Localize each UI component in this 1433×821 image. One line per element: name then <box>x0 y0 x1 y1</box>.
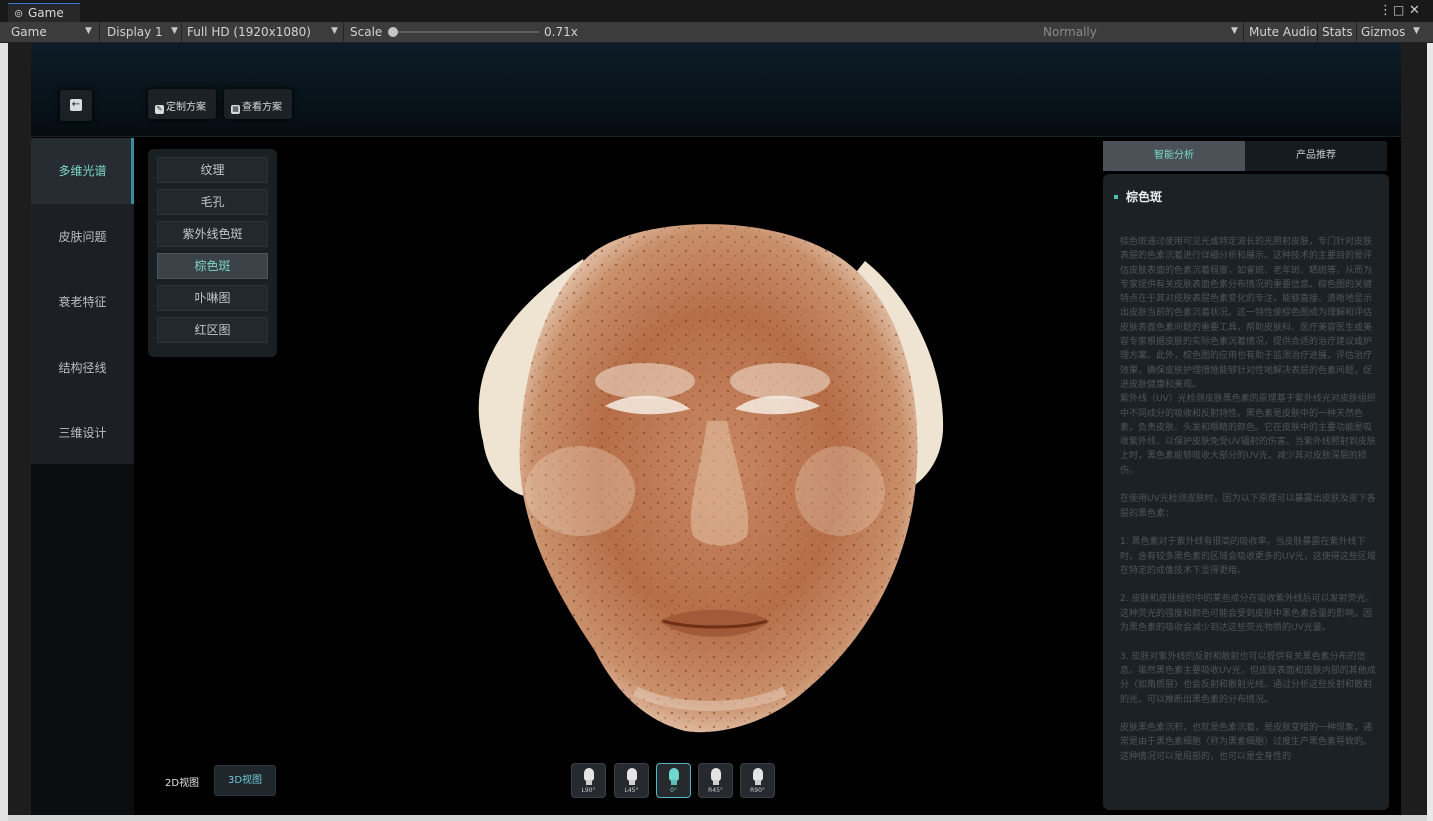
nav-item-skin-issues[interactable]: 皮肤问题 <box>31 204 134 270</box>
right-editor-strip <box>1427 43 1433 821</box>
chevron-down-icon: ▼ <box>1413 26 1420 36</box>
angle-label: L45° <box>624 787 639 794</box>
game-tab[interactable]: ⊚ Game <box>8 3 80 22</box>
scale-label: Scale <box>350 25 383 39</box>
angle-l90-button[interactable]: L90° <box>571 763 606 798</box>
title-bullet-icon <box>1114 195 1118 199</box>
maximize-icon[interactable]: □ <box>1393 3 1404 17</box>
resolution-dropdown[interactable]: Full HD (1920x1080) ▼ <box>187 25 341 39</box>
angle-label: R45° <box>708 787 723 794</box>
tab-product-recommend[interactable]: 产品推荐 <box>1245 141 1387 171</box>
mode-porphyrin[interactable]: 卟啉图 <box>157 285 268 311</box>
view-3d-toggle[interactable]: 3D视图 <box>214 765 276 796</box>
nav-item-3d-design[interactable]: 三维设计 <box>31 400 134 466</box>
edit-icon: ✎ <box>155 105 164 114</box>
left-editor-strip <box>0 43 8 821</box>
mode-brown-spots[interactable]: 棕色斑 <box>157 253 268 279</box>
play-focus-value: Normally <box>1043 25 1097 39</box>
close-icon[interactable]: ✕ <box>1409 3 1420 18</box>
game-tab-label: Game <box>28 6 64 20</box>
more-options-icon[interactable]: ⋮ <box>1379 3 1392 18</box>
mode-texture[interactable]: 纹理 <box>157 157 268 183</box>
chevron-down-icon: ▼ <box>1231 26 1238 36</box>
game-viewport: ← ✎ 定制方案 ▦ 查看方案 多维光谱 皮肤问题 衰老特征 结构径线 三维设计 纹… <box>31 43 1401 815</box>
side-navigation: 多维光谱 皮肤问题 衰老特征 结构径线 三维设计 <box>31 138 134 815</box>
angle-l45-button[interactable]: L45° <box>614 763 649 798</box>
angle-r90-button[interactable]: R90° <box>740 763 775 798</box>
scale-slider-handle[interactable] <box>388 27 398 37</box>
angle-selector: L90° L45° 0° R45° R90° <box>571 763 781 799</box>
back-arrow-icon: ← <box>70 99 82 111</box>
angle-label: R90° <box>750 787 765 794</box>
angle-label: L90° <box>581 787 596 794</box>
face-3d-model[interactable] <box>445 191 945 736</box>
gizmos-dropdown[interactable]: Gizmos ▼ <box>1361 25 1429 39</box>
stats-button[interactable]: Stats <box>1322 25 1353 39</box>
view-mode-dropdown[interactable]: Game ▼ <box>11 25 95 39</box>
chevron-down-icon: ▼ <box>331 26 338 36</box>
editor-tab-bar: ⊚ Game ⋮ □ ✕ <box>0 0 1433 22</box>
chevron-down-icon: ▼ <box>171 26 178 36</box>
view-mode-value: Game <box>11 25 47 39</box>
analysis-body: 棕色斑通过使用可见光或特定波长的光照射皮肤，专门针对皮肤表层的色素沉着进行详细分… <box>1120 237 1376 762</box>
mode-uv-spots[interactable]: 紫外线色斑 <box>157 221 268 247</box>
scale-slider-track[interactable] <box>393 31 539 33</box>
game-view-toolbar: Game ▼ Display 1 ▼ Full HD (1920x1080) ▼… <box>0 22 1433 43</box>
grid-icon: ▦ <box>231 105 240 114</box>
view-plan-button[interactable]: ▦ 查看方案 <box>224 89 292 119</box>
display-value: Display 1 <box>107 25 163 39</box>
mute-audio-button[interactable]: Mute Audio <box>1249 25 1317 39</box>
chevron-down-icon: ▼ <box>85 26 92 36</box>
nav-item-structure-lines[interactable]: 结构径线 <box>31 335 134 401</box>
view-2d-toggle[interactable]: 2D视图 <box>165 774 199 789</box>
custom-plan-label: 定制方案 <box>166 102 206 113</box>
right-panel-tabs: 智能分析 产品推荐 <box>1103 141 1387 171</box>
view-plan-label: 查看方案 <box>242 102 282 113</box>
mode-pores[interactable]: 毛孔 <box>157 189 268 215</box>
scale-value: 0.71x <box>544 25 578 39</box>
nav-item-multispectral[interactable]: 多维光谱 <box>31 138 134 204</box>
analysis-title: 棕色斑 <box>1126 190 1163 204</box>
tab-smart-analysis[interactable]: 智能分析 <box>1103 141 1245 171</box>
face-render <box>478 224 944 733</box>
angle-r45-button[interactable]: R45° <box>698 763 733 798</box>
back-button[interactable]: ← <box>60 90 92 121</box>
app-header: ← ✎ 定制方案 ▦ 查看方案 <box>31 43 1401 137</box>
custom-plan-button[interactable]: ✎ 定制方案 <box>148 89 216 119</box>
angle-front-button[interactable]: 0° <box>656 763 691 798</box>
unity-editor: ⊚ Game ⋮ □ ✕ Game ▼ Display 1 ▼ Full HD (… <box>0 0 1433 821</box>
display-dropdown[interactable]: Display 1 ▼ <box>107 25 181 39</box>
spectrum-mode-panel: 纹理 毛孔 紫外线色斑 棕色斑 卟啉图 红区图 <box>148 149 277 357</box>
gizmos-label: Gizmos <box>1361 25 1406 39</box>
mode-red-area[interactable]: 红区图 <box>157 317 268 343</box>
analysis-panel[interactable]: 棕色斑 棕色斑通过使用可见光或特定波长的光照射皮肤，专门针对皮肤表层的色素沉着进… <box>1103 174 1389 810</box>
play-focus-dropdown[interactable]: Normally ▼ <box>1043 25 1239 39</box>
nav-item-aging-features[interactable]: 衰老特征 <box>31 269 134 335</box>
gamepad-icon: ⊚ <box>14 7 24 20</box>
resolution-value: Full HD (1920x1080) <box>187 25 311 39</box>
angle-label: 0° <box>670 787 677 794</box>
